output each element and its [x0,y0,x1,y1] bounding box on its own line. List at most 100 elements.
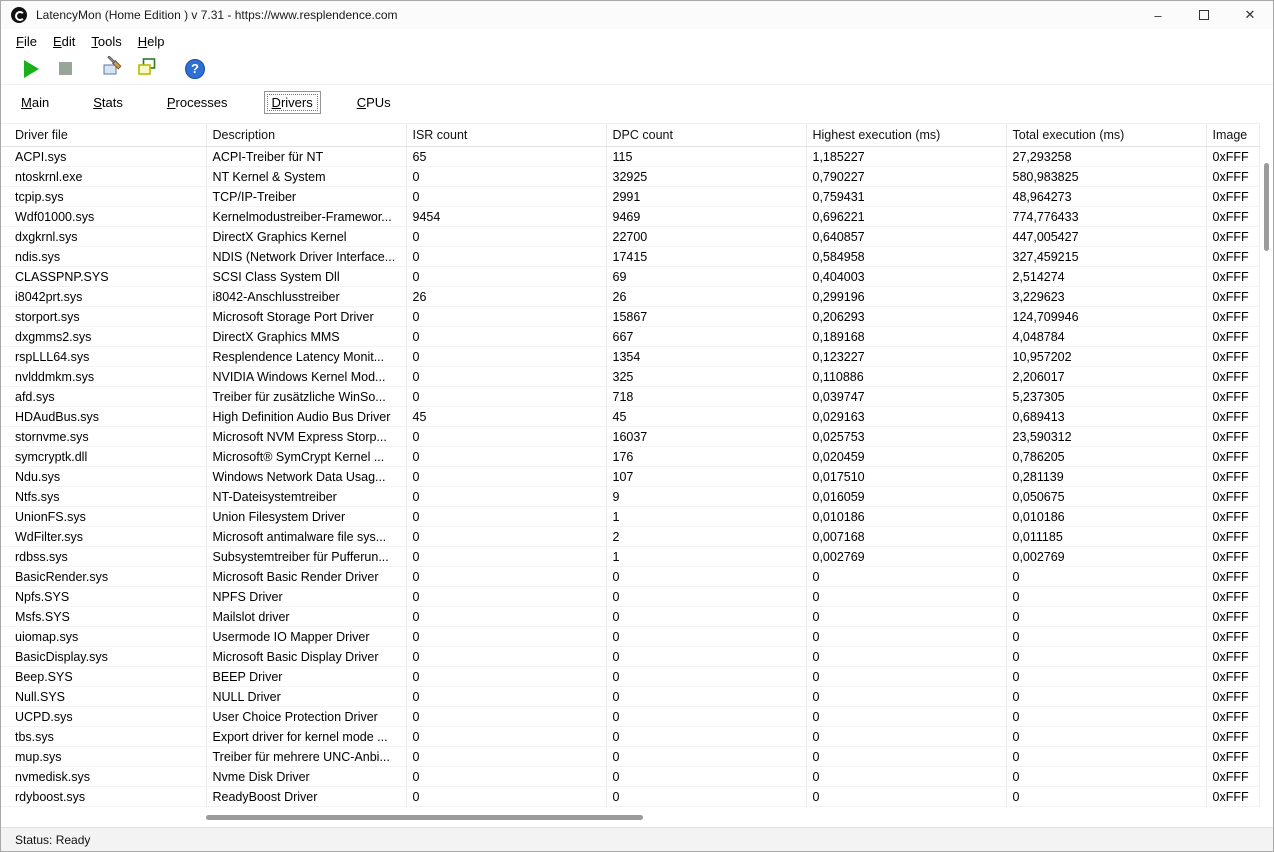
menu-help[interactable]: Help [130,31,173,52]
table-row[interactable]: rspLLL64.sysResplendence Latency Monit..… [1,347,1259,367]
table-row[interactable]: dxgmms2.sysDirectX Graphics MMS06670,189… [1,327,1259,347]
table-cell: 0 [406,747,606,767]
table-row[interactable]: ntoskrnl.exeNT Kernel & System0329250,79… [1,167,1259,187]
vertical-scrollbar[interactable] [1259,151,1273,809]
column-header-highest-execution[interactable]: Highest execution (ms) [806,124,1006,147]
table-cell: 0,206293 [806,307,1006,327]
table-cell: 0 [406,667,606,687]
tab-bar: Main Stats Processes Drivers CPUs [1,85,1273,119]
table-cell: 327,459215 [1006,247,1206,267]
tab-main[interactable]: Main [13,91,57,114]
table-row[interactable]: ndis.sysNDIS (Network Driver Interface..… [1,247,1259,267]
driver-tools-button[interactable] [99,56,127,82]
driver-table-body: ACPI.sysACPI-Treiber für NT651151,185227… [1,147,1259,807]
table-row[interactable]: rdyboost.sysReadyBoost Driver00000xFFF [1,787,1259,807]
table-row[interactable]: storport.sysMicrosoft Storage Port Drive… [1,307,1259,327]
tab-stats[interactable]: Stats [85,91,131,114]
tab-cpus[interactable]: CPUs [349,91,399,114]
table-cell: 0 [806,727,1006,747]
tab-processes[interactable]: Processes [159,91,236,114]
table-row[interactable]: HDAudBus.sysHigh Definition Audio Bus Dr… [1,407,1259,427]
table-row[interactable]: ACPI.sysACPI-Treiber für NT651151,185227… [1,147,1259,167]
table-cell: 0 [1006,647,1206,667]
table-cell: 0 [806,587,1006,607]
table-cell: 0xFFF [1206,567,1259,587]
table-row[interactable]: CLASSPNP.SYSSCSI Class System Dll0690,40… [1,267,1259,287]
table-row[interactable]: Null.SYSNULL Driver00000xFFF [1,687,1259,707]
table-cell: 0 [806,707,1006,727]
table-cell: 0 [806,627,1006,647]
table-cell: 0xFFF [1206,727,1259,747]
column-header-image[interactable]: Image [1206,124,1259,147]
table-cell: 0 [606,607,806,627]
menu-tools[interactable]: Tools [83,31,129,52]
table-cell: Npfs.SYS [1,587,206,607]
table-cell: 0xFFF [1206,627,1259,647]
table-cell: 0xFFF [1206,167,1259,187]
table-row[interactable]: WdFilter.sysMicrosoft antimalware file s… [1,527,1259,547]
table-row[interactable]: Msfs.SYSMailslot driver00000xFFF [1,607,1259,627]
column-header-dpc-count[interactable]: DPC count [606,124,806,147]
table-cell: 0 [606,647,806,667]
tab-drivers[interactable]: Drivers [264,91,321,114]
table-row[interactable]: Ndu.sysWindows Network Data Usag...01070… [1,467,1259,487]
table-row[interactable]: nvlddmkm.sysNVIDIA Windows Kernel Mod...… [1,367,1259,387]
report-button[interactable] [133,56,161,82]
table-row[interactable]: nvmedisk.sysNvme Disk Driver00000xFFF [1,767,1259,787]
maximize-button[interactable] [1181,1,1227,29]
table-row[interactable]: mup.sysTreiber für mehrere UNC-Anbi...00… [1,747,1259,767]
table-row[interactable]: BasicDisplay.sysMicrosoft Basic Display … [1,647,1259,667]
table-row[interactable]: tbs.sysExport driver for kernel mode ...… [1,727,1259,747]
table-row[interactable]: Beep.SYSBEEP Driver00000xFFF [1,667,1259,687]
stop-monitor-button[interactable] [51,56,79,82]
horizontal-scrollbar-thumb[interactable] [206,815,643,820]
table-row[interactable]: rdbss.sysSubsystemtreiber für Pufferun..… [1,547,1259,567]
table-row[interactable]: Npfs.SYSNPFS Driver00000xFFF [1,587,1259,607]
table-row[interactable]: symcryptk.dllMicrosoft® SymCrypt Kernel … [1,447,1259,467]
table-cell: 0 [806,687,1006,707]
table-cell: rspLLL64.sys [1,347,206,367]
status-text: Status: Ready [15,833,90,847]
table-row[interactable]: afd.sysTreiber für zusätzliche WinSo...0… [1,387,1259,407]
table-cell: Subsystemtreiber für Pufferun... [206,547,406,567]
table-cell: 0 [1006,747,1206,767]
close-button[interactable]: ✕ [1227,1,1273,29]
column-header-description[interactable]: Description [206,124,406,147]
table-row[interactable]: BasicRender.sysMicrosoft Basic Render Dr… [1,567,1259,587]
table-row[interactable]: stornvme.sysMicrosoft NVM Express Storp.… [1,427,1259,447]
table-cell: 10,957202 [1006,347,1206,367]
table-cell: 0xFFF [1206,687,1259,707]
table-cell: 0 [806,647,1006,667]
table-row[interactable]: Ntfs.sysNT-Dateisystemtreiber090,0160590… [1,487,1259,507]
table-cell: Null.SYS [1,687,206,707]
vertical-scrollbar-thumb[interactable] [1264,163,1269,251]
table-cell: 0 [1006,767,1206,787]
table-row[interactable]: i8042prt.sysi8042-Anschlusstreiber26260,… [1,287,1259,307]
table-row[interactable]: dxgkrnl.sysDirectX Graphics Kernel022700… [1,227,1259,247]
table-row[interactable]: UCPD.sysUser Choice Protection Driver000… [1,707,1259,727]
app-icon [11,7,27,23]
table-cell: 0 [1006,567,1206,587]
help-button[interactable]: ? [181,56,209,82]
table-cell: Wdf01000.sys [1,207,206,227]
table-cell: 0 [806,747,1006,767]
table-row[interactable]: UnionFS.sysUnion Filesystem Driver010,01… [1,507,1259,527]
table-row[interactable]: uiomap.sysUsermode IO Mapper Driver00000… [1,627,1259,647]
table-cell: DirectX Graphics Kernel [206,227,406,247]
column-header-total-execution[interactable]: Total execution (ms) [1006,124,1206,147]
horizontal-scrollbar[interactable] [1,809,1273,827]
start-monitor-button[interactable] [17,56,45,82]
column-header-driver-file[interactable]: Driver file [1,124,206,147]
table-cell: 0,790227 [806,167,1006,187]
table-row[interactable]: Wdf01000.sysKernelmodustreiber-Framewor.… [1,207,1259,227]
table-cell: TCP/IP-Treiber [206,187,406,207]
menu-edit[interactable]: Edit [45,31,83,52]
table-row[interactable]: tcpip.sysTCP/IP-Treiber029910,75943148,9… [1,187,1259,207]
table-cell: 2,206017 [1006,367,1206,387]
table-cell: 0xFFF [1206,307,1259,327]
column-header-isr-count[interactable]: ISR count [406,124,606,147]
table-cell: NULL Driver [206,687,406,707]
menu-file[interactable]: File [8,31,45,52]
table-cell: UnionFS.sys [1,507,206,527]
minimize-button[interactable]: – [1135,1,1181,29]
